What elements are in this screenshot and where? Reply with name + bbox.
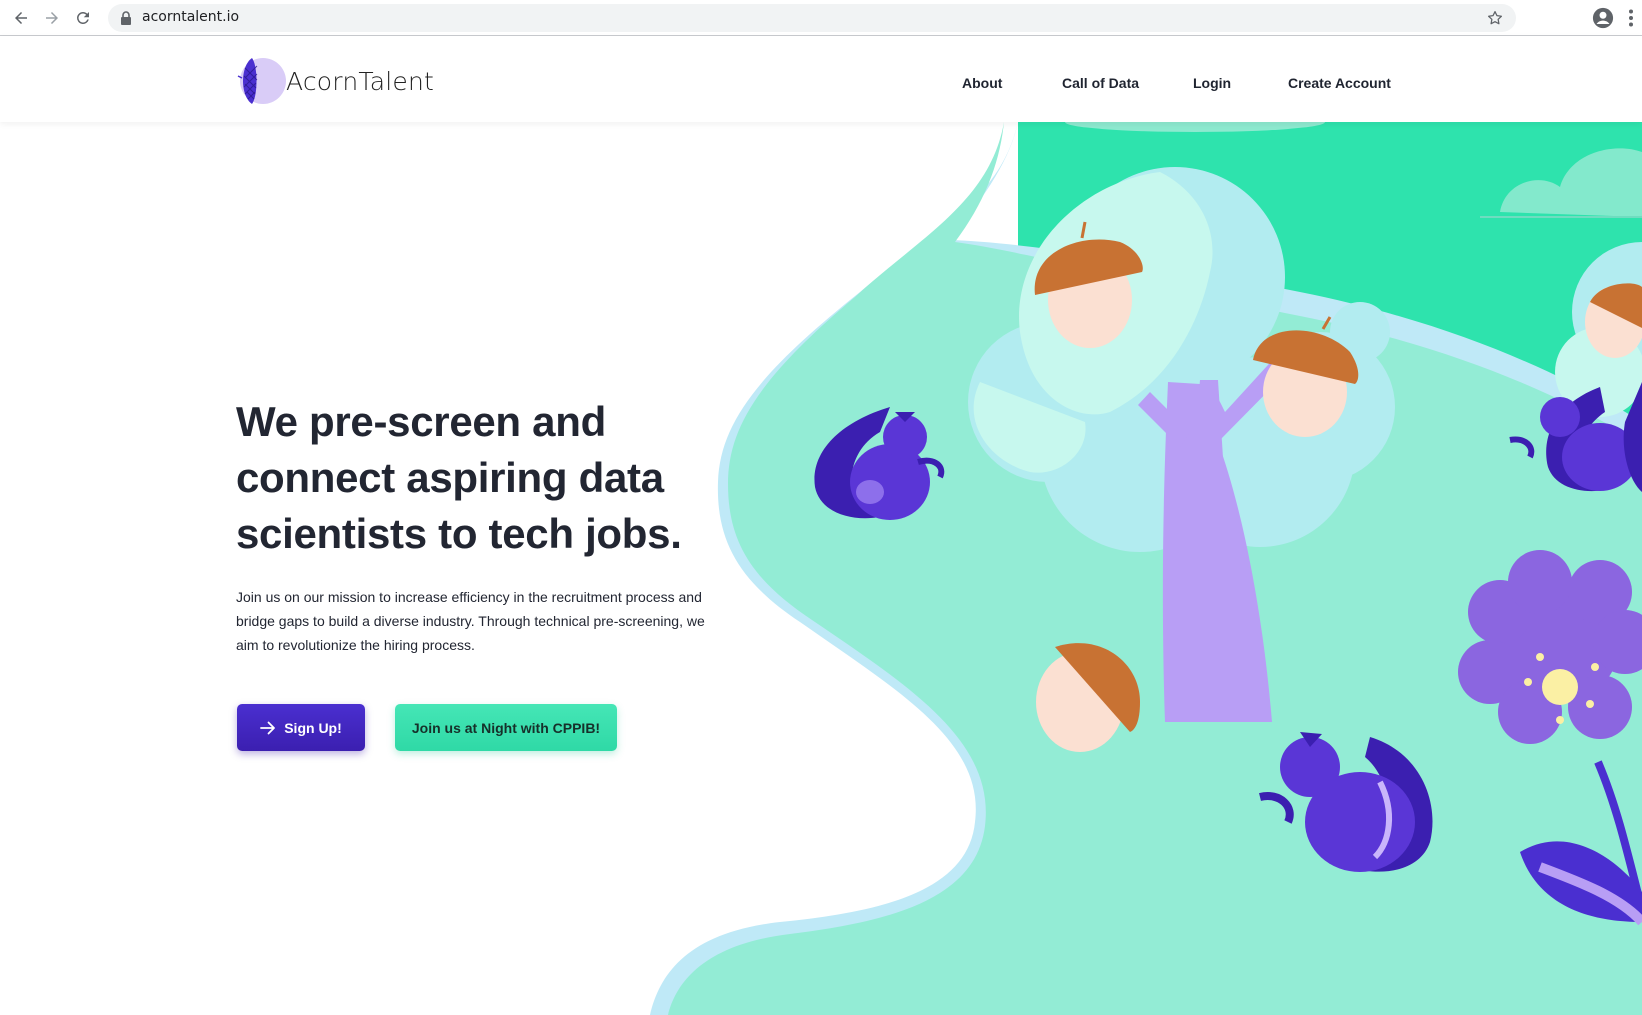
nav-link-call-of-data[interactable]: Call of Data: [1062, 75, 1139, 91]
address-bar[interactable]: acorntalent.io: [108, 4, 1516, 32]
hero-subtext: Join us on our mission to increase effic…: [236, 589, 705, 653]
nav-link-about[interactable]: About: [962, 75, 1002, 91]
acorn-logo-icon: [237, 58, 286, 104]
logo[interactable]: AcornTalent: [236, 56, 434, 106]
hero-section: We pre-screen and connect aspiring data …: [0, 122, 1642, 1015]
reload-icon[interactable]: [71, 6, 95, 30]
forward-icon[interactable]: [40, 6, 64, 30]
sign-up-label: Sign Up!: [284, 719, 342, 736]
kebab-menu-icon[interactable]: [1628, 9, 1634, 27]
lock-icon[interactable]: [120, 11, 132, 25]
star-icon[interactable]: [1486, 9, 1504, 27]
logo-text: AcornTalent: [286, 66, 435, 96]
cppib-event-label: Join us at Night with CPPIB!: [411, 719, 601, 736]
nav-link-login[interactable]: Login: [1193, 75, 1231, 91]
account-circle-icon[interactable]: [1592, 7, 1614, 29]
arrow-right-icon: [260, 721, 276, 734]
back-icon[interactable]: [9, 6, 33, 30]
sign-up-button[interactable]: Sign Up!: [237, 704, 365, 751]
browser-toolbar: acorntalent.io: [0, 0, 1642, 36]
hero-illustration: [650, 122, 1642, 1015]
url-text[interactable]: acorntalent.io: [142, 9, 239, 25]
hero-headline: We pre-screen and connect aspiring data …: [236, 398, 682, 557]
nav-link-create-account[interactable]: Create Account: [1288, 75, 1391, 91]
site-header: AcornTalent About Call of Data Login Cre…: [0, 36, 1642, 122]
cppib-event-button[interactable]: Join us at Night with CPPIB!: [395, 704, 617, 751]
